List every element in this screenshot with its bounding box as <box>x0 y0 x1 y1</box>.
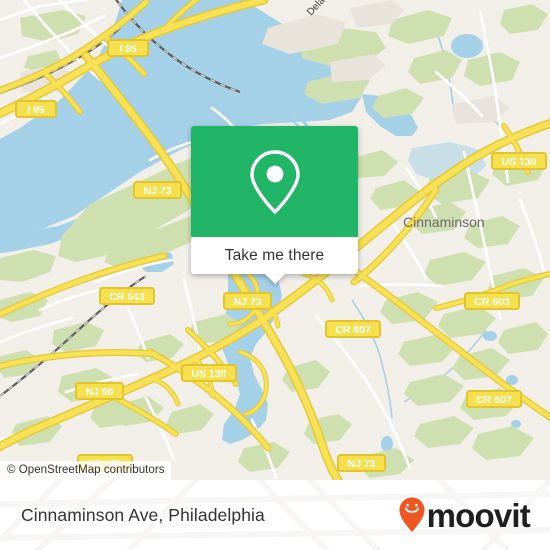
road-shield: NJ 90 <box>75 382 124 400</box>
osm-attribution[interactable]: © OpenStreetMap contributors <box>0 461 171 480</box>
road-shield: NJ 73 <box>337 454 386 472</box>
bottom-bar: Cinnaminson Ave, Philadelphia moovit <box>0 480 550 550</box>
road-shield: US 130 <box>181 364 237 382</box>
road-shield-label: CR 607 <box>335 324 371 336</box>
road-shield: NJ 73 <box>223 292 272 310</box>
road-shield-label: NJ 73 <box>347 458 375 470</box>
moovit-brand[interactable]: moovit <box>399 496 531 534</box>
place-label: Cinnaminson <box>403 214 485 230</box>
road-shield: I 95 <box>15 100 57 118</box>
road-shield-label: CR 607 <box>476 394 512 406</box>
road-shield-label: US 130 <box>501 156 536 168</box>
location-title: Cinnaminson Ave, Philadelphia <box>21 504 265 525</box>
moovit-pin-icon <box>399 497 425 532</box>
road-shield-label: I 95 <box>27 104 45 116</box>
popup-action-bar[interactable]: Take me there <box>191 237 358 284</box>
road-shield: US 130 <box>491 152 547 170</box>
road-shield-label: I 95 <box>119 43 137 55</box>
popup-image-panel <box>191 126 358 237</box>
road-shield-label: NJ 90 <box>85 386 113 398</box>
road-shield-label: NJ 73 <box>233 296 261 308</box>
road-shield-label: CR 543 <box>109 291 145 303</box>
road-shield-label: CR 603 <box>474 296 510 308</box>
map-canvas[interactable]: CinnaminsonDelaware I 95I 95NJ 73US 130C… <box>0 0 550 480</box>
map-popup[interactable]: Take me there <box>191 126 358 284</box>
popup-tail <box>263 273 286 284</box>
moovit-wordmark: moovit <box>426 496 531 534</box>
map-pin-icon <box>249 149 300 214</box>
road-shield-label: US 130 <box>191 368 226 380</box>
take-me-there-label: Take me there <box>224 246 325 264</box>
road-shield: CR 543 <box>99 287 155 305</box>
road-shield: CR 603 <box>464 292 520 310</box>
road-shield: NJ 73 <box>133 181 182 199</box>
road-shield: I 95 <box>107 39 149 57</box>
road-shield: CR 607 <box>325 320 381 338</box>
road-shield: CR 607 <box>466 390 522 408</box>
road-shield-label: NJ 73 <box>143 185 171 197</box>
